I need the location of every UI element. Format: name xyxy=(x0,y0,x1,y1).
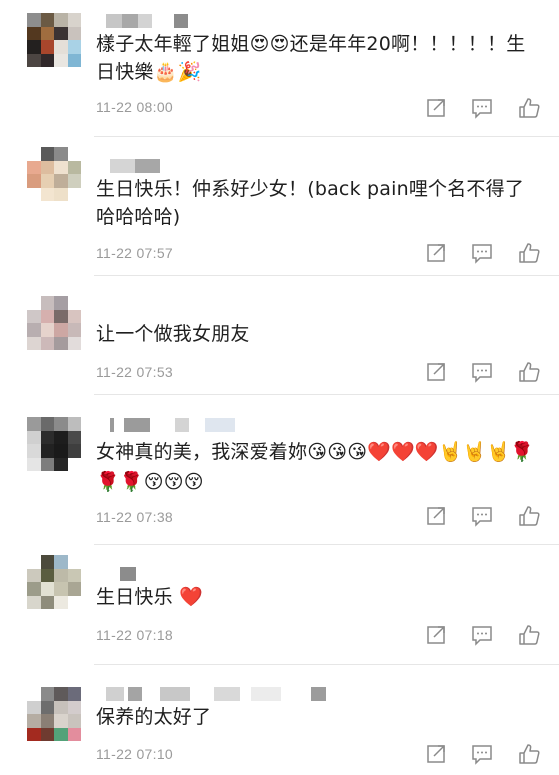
share-icon[interactable] xyxy=(426,97,448,119)
share-icon[interactable] xyxy=(426,242,448,264)
comment-actions xyxy=(426,743,541,765)
comment-item: 生日快乐 ❤️ 11-22 07:18 xyxy=(0,545,559,665)
comment-icon[interactable] xyxy=(471,505,493,527)
username-blurred[interactable] xyxy=(120,567,138,581)
comment-icon[interactable] xyxy=(471,743,493,765)
comment-text: 樣子太年輕了姐姐😍😍还是年年20啊！！！！！生日快樂🎂🎉 xyxy=(96,33,526,83)
avatar[interactable] xyxy=(27,296,81,350)
comment-actions xyxy=(426,505,541,527)
username-blurred[interactable] xyxy=(106,687,326,701)
username-blurred[interactable] xyxy=(110,418,240,432)
comment-timestamp: 11-22 07:10 xyxy=(96,746,173,762)
comment-timestamp: 11-22 08:00 xyxy=(96,99,173,115)
comment-icon[interactable] xyxy=(471,242,493,264)
username-blurred[interactable] xyxy=(106,14,196,28)
share-icon[interactable] xyxy=(426,505,448,527)
comment-text: 生日快乐！仲系好少女！(back pain哩个名不得了哈哈哈哈) xyxy=(96,178,525,228)
thumbs-up-icon[interactable] xyxy=(518,624,540,646)
comment-text: 让一个做我女朋友 xyxy=(96,323,250,345)
comment-item: 樣子太年輕了姐姐😍😍还是年年20啊！！！！！生日快樂🎂🎉 11-22 08:00 xyxy=(0,0,559,137)
share-icon[interactable] xyxy=(426,624,448,646)
comment-actions xyxy=(426,242,541,264)
comment-icon[interactable] xyxy=(471,361,493,383)
avatar[interactable] xyxy=(27,417,81,471)
comment-timestamp: 11-22 07:53 xyxy=(96,364,173,380)
comment-text: 生日快乐 ❤️ xyxy=(96,586,203,608)
avatar[interactable] xyxy=(27,13,81,67)
comment-actions xyxy=(426,624,541,646)
thumbs-up-icon[interactable] xyxy=(518,505,540,527)
comment-item: 保养的太好了 11-22 07:10 xyxy=(0,665,559,775)
username-blurred[interactable] xyxy=(110,159,170,173)
comment-timestamp: 11-22 07:57 xyxy=(96,245,173,261)
comment-timestamp: 11-22 07:18 xyxy=(96,627,173,643)
avatar[interactable] xyxy=(27,147,81,201)
thumbs-up-icon[interactable] xyxy=(518,361,540,383)
comment-item: 女神真的美，我深爱着妳😘😘😘❤️❤️❤️🤘🤘🤘🌹🌹🌹😚😚😚 11-22 07:3… xyxy=(0,395,559,545)
comment-item: 让一个做我女朋友 11-22 07:53 xyxy=(0,276,559,396)
share-icon[interactable] xyxy=(426,743,448,765)
comment-icon[interactable] xyxy=(471,624,493,646)
comment-actions xyxy=(426,97,541,119)
comment-icon[interactable] xyxy=(471,97,493,119)
thumbs-up-icon[interactable] xyxy=(518,743,540,765)
avatar[interactable] xyxy=(27,687,81,741)
comment-timestamp: 11-22 07:38 xyxy=(96,509,173,525)
thumbs-up-icon[interactable] xyxy=(518,97,540,119)
thumbs-up-icon[interactable] xyxy=(518,242,540,264)
avatar[interactable] xyxy=(27,555,81,609)
comment-text: 女神真的美，我深爱着妳😘😘😘❤️❤️❤️🤘🤘🤘🌹🌹🌹😚😚😚 xyxy=(96,441,535,493)
comment-item: 生日快乐！仲系好少女！(back pain哩个名不得了哈哈哈哈) 11-22 0… xyxy=(0,137,559,276)
comment-text: 保养的太好了 xyxy=(96,706,212,728)
comment-actions xyxy=(426,361,541,383)
share-icon[interactable] xyxy=(426,361,448,383)
